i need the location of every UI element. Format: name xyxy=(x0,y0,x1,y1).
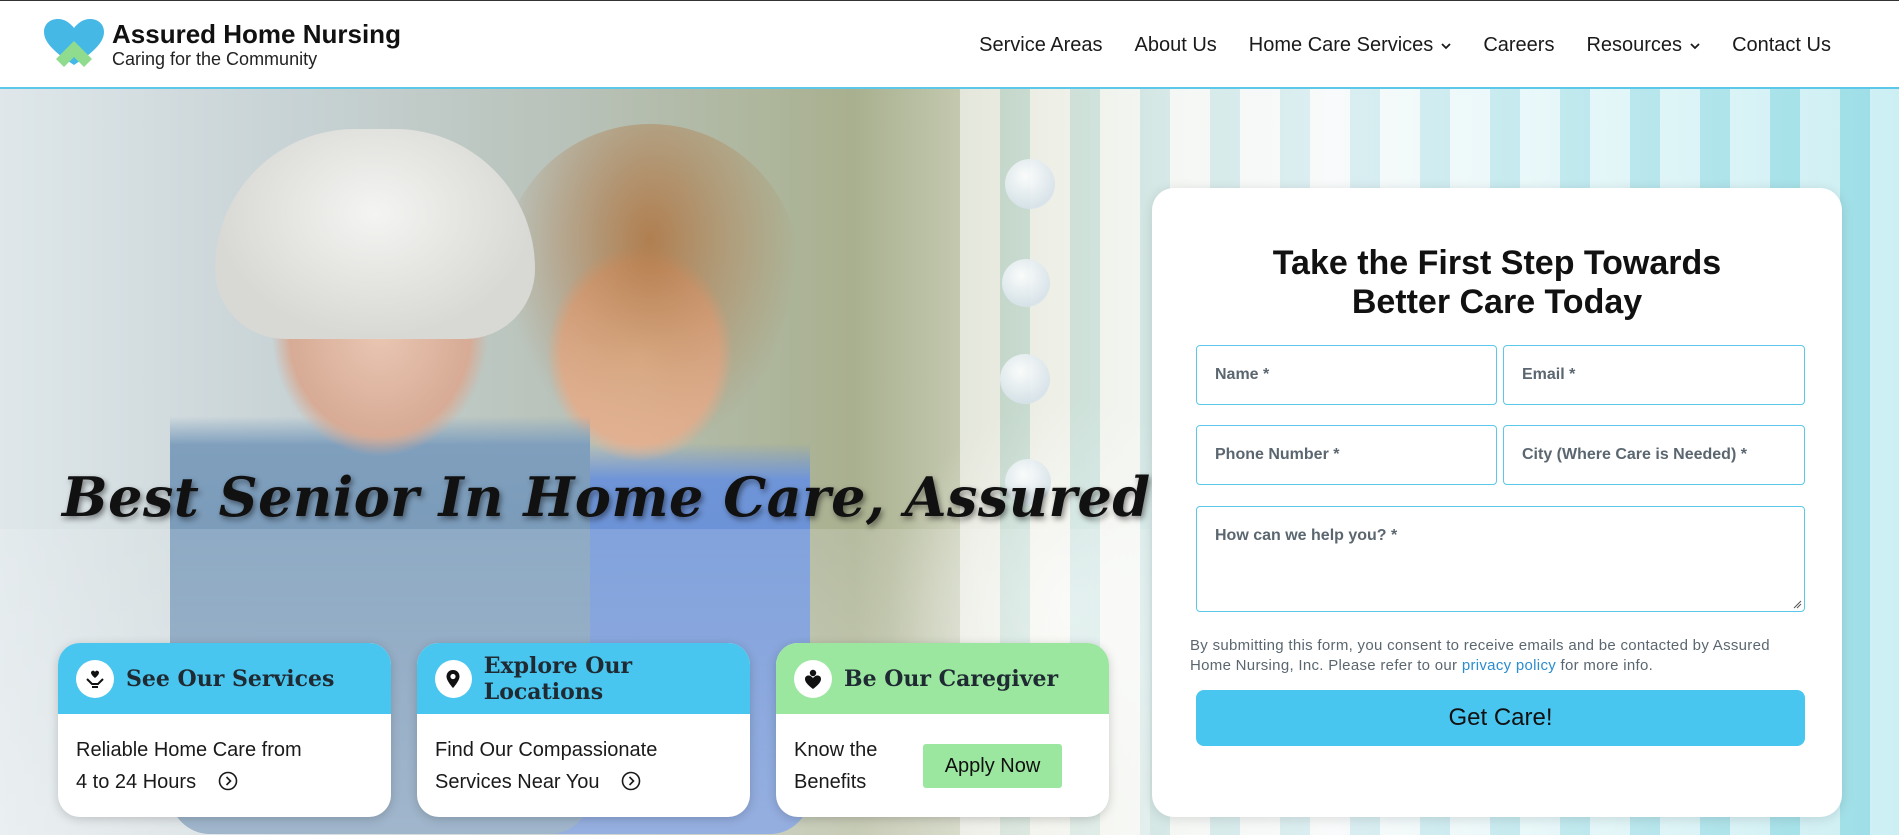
services-card-header: See Our Services xyxy=(58,643,391,714)
hands-heart-icon xyxy=(76,659,114,698)
services-card-text-2-row: 4 to 24 Hours xyxy=(76,766,373,798)
decorative-light-orb xyxy=(1005,159,1055,209)
person-heart-icon xyxy=(794,659,832,698)
circle-arrow-right-icon[interactable] xyxy=(621,771,641,791)
locations-card-body: Find Our Compassionate Services Near You xyxy=(417,714,750,798)
consent-text-end: for more info. xyxy=(1556,657,1654,674)
consent-text: By submitting this form, you consent to … xyxy=(1190,636,1810,676)
nav-item-home-care-services[interactable]: Home Care Services xyxy=(1249,34,1452,57)
services-card-text-1: Reliable Home Care from xyxy=(76,739,302,761)
services-card-text-2: 4 to 24 Hours xyxy=(76,771,197,793)
chevron-down-icon xyxy=(1441,42,1451,49)
phone-input[interactable] xyxy=(1196,425,1497,485)
form-title-line-2: Better Care Today xyxy=(1351,283,1643,321)
nav-item-about-us[interactable]: About Us xyxy=(1135,34,1217,57)
logo-text: Assured Home Nursing Caring for the Comm… xyxy=(112,20,401,70)
services-card[interactable]: See Our Services Reliable Home Care from… xyxy=(58,643,391,817)
locations-card-text-2: Services Near You xyxy=(435,771,600,793)
brand-title: Assured Home Nursing xyxy=(112,19,401,49)
message-textarea[interactable] xyxy=(1196,506,1805,612)
locations-card[interactable]: Explore Our Locations Find Our Compassio… xyxy=(417,643,750,817)
caregiver-card-title: Be Our Caregiver xyxy=(844,665,1059,692)
care-request-form: Take the First Step Towards Better Care … xyxy=(1152,188,1842,817)
get-care-submit-button[interactable]: Get Care! xyxy=(1196,690,1805,746)
locations-card-title: Explore Our Locations xyxy=(483,652,633,705)
email-input[interactable] xyxy=(1503,345,1805,405)
nav-item-service-areas[interactable]: Service Areas xyxy=(979,34,1102,57)
heart-house-logo-icon xyxy=(42,19,106,71)
nav-item-label: About Us xyxy=(1134,34,1217,56)
locations-card-header: Explore Our Locations xyxy=(417,643,750,714)
nav-item-resources[interactable]: Resources xyxy=(1586,34,1700,57)
nav-item-label: Resources xyxy=(1586,34,1683,56)
nav-item-label: Service Areas xyxy=(979,34,1103,56)
hero-headline: Best Senior In Home Care, Assured! xyxy=(62,465,1175,529)
locations-card-text-2-row: Services Near You xyxy=(435,766,732,798)
city-input[interactable] xyxy=(1503,425,1805,485)
brand-subtitle: Caring for the Community xyxy=(112,49,318,69)
resize-grip-icon[interactable] xyxy=(1792,599,1802,609)
main-nav: Service Areas About Us Home Care Service… xyxy=(947,1,1831,90)
nav-item-contact-us[interactable]: Contact Us xyxy=(1732,34,1831,57)
decorative-light-orb xyxy=(1002,259,1050,307)
site-logo[interactable]: Assured Home Nursing Caring for the Comm… xyxy=(42,19,401,71)
locations-card-text-1: Find Our Compassionate xyxy=(435,739,658,761)
nav-item-label: Careers xyxy=(1483,34,1555,56)
services-card-body: Reliable Home Care from 4 to 24 Hours xyxy=(58,714,391,798)
caregiver-card-header: Be Our Caregiver xyxy=(776,643,1109,714)
caregiver-card: Be Our Caregiver Know the Benefits Apply… xyxy=(776,643,1109,817)
form-title-line-1: Take the First Step Towards xyxy=(1272,244,1722,282)
form-title: Take the First Step Towards Better Care … xyxy=(1152,244,1842,322)
name-input[interactable] xyxy=(1196,345,1497,405)
nav-item-label: Home Care Services xyxy=(1248,34,1434,56)
decorative-light-orb xyxy=(1000,354,1050,404)
nav-item-label: Contact Us xyxy=(1732,34,1831,56)
circle-arrow-right-icon[interactable] xyxy=(218,771,238,791)
site-header: Assured Home Nursing Caring for the Comm… xyxy=(0,0,1899,89)
services-card-title: See Our Services xyxy=(126,665,335,692)
privacy-policy-link[interactable]: privacy policy xyxy=(1462,657,1556,674)
map-pin-icon xyxy=(435,659,472,698)
nav-item-careers[interactable]: Careers xyxy=(1483,34,1554,57)
apply-now-button[interactable]: Apply Now xyxy=(923,744,1062,788)
chevron-down-icon xyxy=(1690,42,1700,49)
